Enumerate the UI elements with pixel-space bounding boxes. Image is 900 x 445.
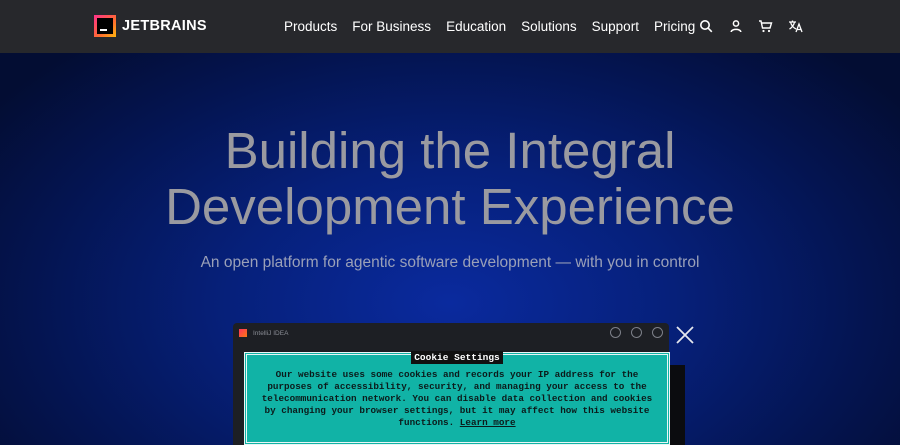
translate-icon[interactable] xyxy=(787,17,804,34)
site-header: JETBRAINS Products For Business Educatio… xyxy=(0,0,900,53)
header-icons xyxy=(697,17,804,34)
cookie-settings-dialog: Cookie Settings Our website uses some co… xyxy=(244,351,670,445)
main-nav: Products For Business Education Solution… xyxy=(284,0,695,53)
learn-more-link[interactable]: Learn more xyxy=(460,417,516,428)
ide-titlebar: IntelliJ IDEA xyxy=(233,323,669,343)
cookie-description-text: Our website uses some cookies and record… xyxy=(261,369,653,428)
ide-search-icon xyxy=(631,327,642,338)
intellij-logo-icon xyxy=(239,329,247,337)
cookie-title-text: Cookie Settings xyxy=(411,351,503,364)
brand-name: JETBRAINS xyxy=(122,18,207,34)
ide-ai-icon xyxy=(610,327,621,338)
ide-toolbar-icons xyxy=(610,327,663,338)
nav-pricing[interactable]: Pricing xyxy=(654,19,695,34)
search-icon[interactable] xyxy=(697,17,714,34)
nav-products[interactable]: Products xyxy=(284,19,337,34)
hero-title-line2: Development Experience xyxy=(165,178,735,235)
user-icon[interactable] xyxy=(727,17,744,34)
ide-side-panel xyxy=(669,365,685,445)
hero-title: Building the Integral Development Experi… xyxy=(0,123,900,235)
ide-title: IntelliJ IDEA xyxy=(253,329,289,337)
jetbrains-logo-icon xyxy=(94,15,116,37)
cart-icon[interactable] xyxy=(757,17,774,34)
cookie-dialog-title: Cookie Settings xyxy=(247,347,667,365)
cookie-description: Our website uses some cookies and record… xyxy=(261,369,653,429)
nav-education[interactable]: Education xyxy=(446,19,506,34)
nav-for-business[interactable]: For Business xyxy=(352,19,431,34)
nav-support[interactable]: Support xyxy=(592,19,639,34)
hero-subtitle: An open platform for agentic software de… xyxy=(200,254,700,271)
hero-title-line1: Building the Integral xyxy=(224,122,676,179)
nav-solutions[interactable]: Solutions xyxy=(521,19,577,34)
close-icon[interactable] xyxy=(675,325,695,345)
ide-settings-icon xyxy=(652,327,663,338)
jetbrains-logo[interactable]: JETBRAINS xyxy=(94,15,207,37)
